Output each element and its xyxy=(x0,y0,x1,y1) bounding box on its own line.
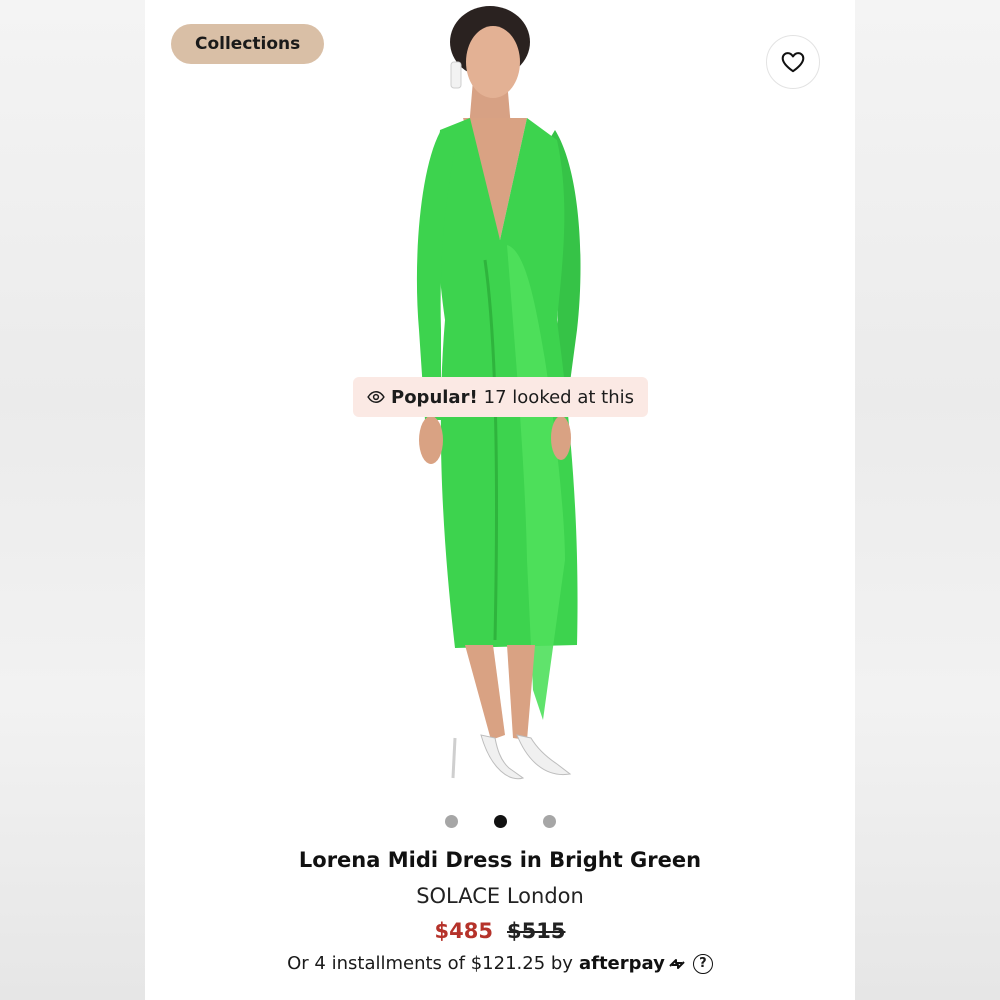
heart-icon xyxy=(781,52,805,73)
popular-badge: Popular! 17 looked at this xyxy=(353,377,648,417)
help-icon[interactable]: ? xyxy=(692,953,713,974)
afterpay-arrows-icon xyxy=(669,958,685,969)
background-left xyxy=(0,0,145,1000)
carousel-indicators xyxy=(145,815,855,828)
viewers-text: 17 looked at this xyxy=(483,386,634,408)
afterpay-label: afterpay xyxy=(578,953,665,974)
background-right xyxy=(855,0,1000,1000)
carousel-dot-3[interactable] xyxy=(542,815,556,828)
sale-price: $485 xyxy=(434,919,493,943)
carousel-dot-1[interactable] xyxy=(444,815,458,828)
favorite-button[interactable] xyxy=(766,35,820,89)
original-price: $515 xyxy=(507,919,566,943)
product-title[interactable]: Lorena Midi Dress in Bright Green xyxy=(145,848,855,872)
product-brand[interactable]: SOLACE London xyxy=(145,884,855,908)
installments-row: Or 4 installments of $121.25 by afterpay… xyxy=(145,953,855,974)
eye-icon xyxy=(367,390,385,404)
popular-label: Popular! xyxy=(391,386,478,408)
installments-text: Or 4 installments of $121.25 by xyxy=(287,953,573,974)
afterpay-logo: afterpay xyxy=(579,953,687,974)
carousel-dot-2[interactable] xyxy=(493,815,507,828)
collections-label: Collections xyxy=(195,34,301,54)
price-row: $485 $515 xyxy=(145,919,855,943)
product-card: Collections Popular! 17 looked at this L… xyxy=(145,0,855,1000)
